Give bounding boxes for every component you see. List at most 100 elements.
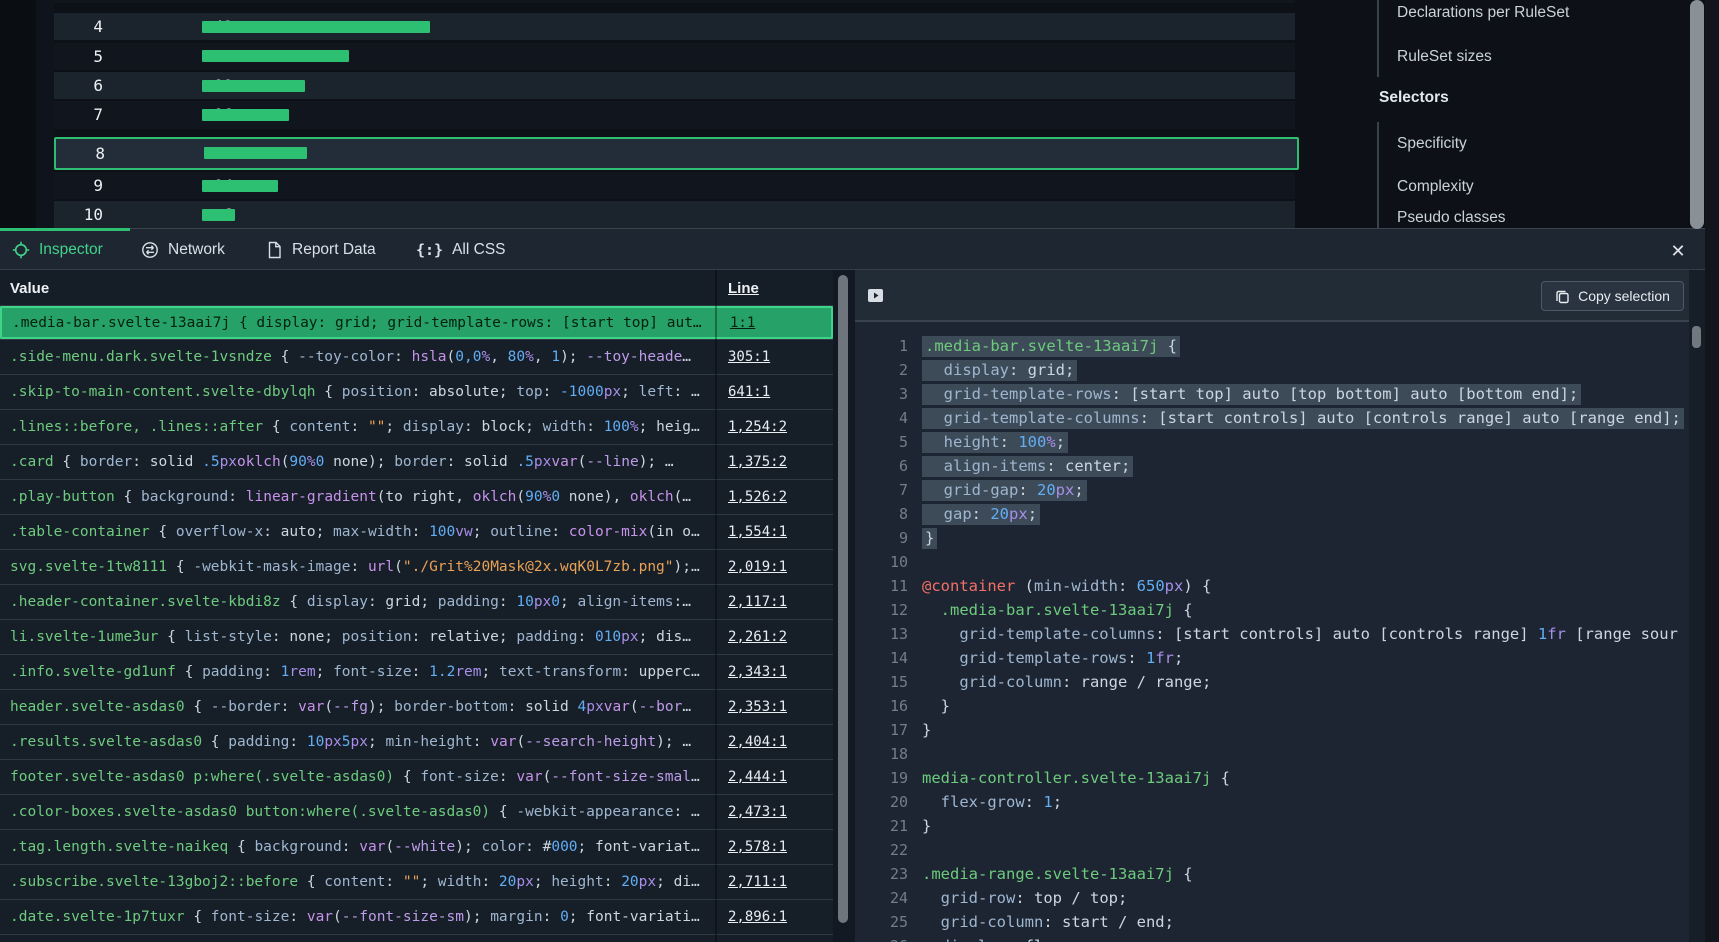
column-header-value[interactable]: Value [10,270,49,306]
table-row[interactable]: .side-menu.dark.svelte-1vsndze { --toy-c… [0,339,833,374]
code-line: 20 flex-grow: 1; [855,790,1689,814]
line-link[interactable]: 2,261:2 [728,620,787,654]
chart-bar [202,109,289,121]
table-row[interactable]: .media-bar.svelte-13aai7j { display: gri… [0,306,833,339]
expand-panel-icon[interactable] [867,287,884,304]
line-link[interactable]: 2,404:1 [728,725,787,759]
line-link[interactable]: 1,526:2 [728,480,787,514]
page-scrollbar-thumb[interactable] [1690,0,1704,229]
table-row[interactable]: .skip-to-main-content.svelte-dbylqh { po… [0,374,833,409]
rule-value: footer.svelte-asdas0 p:where(.svelte-asd… [10,760,710,794]
rule-value: .card { border: solid .5px oklch(90% 0 n… [10,445,710,479]
code-line: 18 [855,742,1689,766]
rule-value: .skip-to-main-content.svelte-dbylqh { po… [10,375,710,409]
line-link[interactable]: 2,444:1 [728,760,787,794]
line-number: 14 [855,649,908,667]
line-number: 24 [855,889,908,907]
chart-row-label: 8 [56,139,105,168]
code-line: 1.media-bar.svelte-13aai7j { [855,334,1689,358]
line-link[interactable]: 1:1 [730,308,755,337]
table-row[interactable]: li.svelte-1ume3ur { list-style: none; po… [0,619,833,654]
table-row[interactable]: .date.svelte-1p7tuxr { font-size: var(--… [0,899,833,934]
code-text: grid-template-columns: [start controls] … [922,625,1678,643]
rule-value: .subscribe.svelte-13gboj2::before { cont… [10,865,710,899]
table-row[interactable]: .results.svelte-asdas0 { padding: 10px 5… [0,724,833,759]
table-row[interactable]: .color-boxes.svelte-asdas0 button:where(… [0,794,833,829]
code-text: .media-bar.svelte-13aai7j { [922,337,1180,355]
chart-row[interactable]: 442 [54,13,1295,40]
tab-network[interactable]: Network [141,229,225,270]
chart-row-label: 9 [54,172,103,199]
table-row[interactable]: footer.svelte-asdas0 p:where(.svelte-asd… [0,759,833,794]
rule-value: .results.svelte-asdas0 { padding: 10px 5… [10,725,710,759]
chart-row[interactable]: 619 [54,72,1295,99]
line-link[interactable]: 305:1 [728,340,770,374]
copy-selection-label: Copy selection [1578,288,1670,304]
column-header-line[interactable]: Line [728,270,759,306]
line-number: 25 [855,913,908,931]
table-row[interactable]: .card { border: solid .5px oklch(90% 0 n… [0,444,833,479]
sidebar-item-specificity[interactable]: Specificity [1397,135,1467,153]
table-row[interactable]: .header-container.svelte-kbdi8z { displa… [0,584,833,619]
table-row[interactable]: .lines::before, .lines::after { content:… [0,409,833,444]
table-scrollbar-thumb[interactable] [838,275,848,923]
chart-row-label: 6 [54,72,103,99]
code-text: grid-column: range / range; [922,673,1211,691]
line-number: 23 [855,865,908,883]
table-row[interactable]: svg.svelte-1tw8111 { -webkit-mask-image:… [0,549,833,584]
sidebar-item-ruleset-sizes[interactable]: RuleSet sizes [1397,48,1492,66]
sidebar-item-complexity[interactable]: Complexity [1397,178,1474,196]
line-number: 4 [855,409,908,427]
table-row[interactable]: .table-container { overflow-x: auto; max… [0,514,833,549]
sidebar-item-pseudo-classes[interactable]: Pseudo classes [1397,209,1506,227]
chart-bar [202,21,430,33]
tab-all-css[interactable]: {:}All CSS [416,229,506,270]
table-row[interactable]: .subscribe.svelte-13gboj2::before { cont… [0,864,833,899]
line-link[interactable]: 2,473:1 [728,795,787,829]
chart-bar [202,50,349,62]
line-number: 5 [855,433,908,451]
line-link[interactable]: 2,117:1 [728,585,787,619]
tab-label: Inspector [39,241,103,259]
line-number: 2 [855,361,908,379]
chart-row[interactable]: 819 [54,137,1299,170]
line-link[interactable]: 2,578:1 [728,830,787,864]
chart-row[interactable]: 527 [54,43,1295,70]
chart-row[interactable]: 716 [54,101,1295,128]
rule-value: header.svelte-asdas0 { --border: var(--f… [10,690,710,724]
rule-value: .play-button { background: linear-gradie… [10,480,710,514]
code-line: 21} [855,814,1689,838]
line-link[interactable]: 2,353:1 [728,690,787,724]
close-panel-button[interactable]: ✕ [1666,240,1690,262]
line-link[interactable]: 1,375:2 [728,445,787,479]
table-row[interactable]: .info.svelte-gd1unf { padding: 1rem; fon… [0,654,833,689]
line-number: 6 [855,457,908,475]
table-row-partial[interactable] [0,934,833,942]
code-scrollbar-thumb[interactable] [1692,326,1701,348]
line-link[interactable]: 641:1 [728,375,770,409]
line-link[interactable]: 2,019:1 [728,550,787,584]
code-line: 10 [855,550,1689,574]
line-number: 26 [855,937,908,942]
line-link[interactable]: 1,254:2 [728,410,787,444]
code-text: grid-row: top / top; [922,889,1127,907]
chart-row[interactable]: 914 [54,172,1295,199]
code-toolbar: Copy selection [855,270,1689,322]
line-link[interactable]: 1,554:1 [728,515,787,549]
line-link[interactable]: 2,343:1 [728,655,787,689]
copy-selection-button[interactable]: Copy selection [1541,281,1684,311]
line-number: 21 [855,817,908,835]
code-text: grid-column: start / end; [922,913,1174,931]
css-source-viewer: 1.media-bar.svelte-13aai7j {2 display: g… [855,322,1689,942]
sidebar-item-declarations-per-ruleset[interactable]: Declarations per RuleSet [1397,4,1569,22]
code-line: 23.media-range.svelte-13aai7j { [855,862,1689,886]
line-link[interactable]: 2,711:1 [728,865,787,899]
line-link[interactable]: 2,896:1 [728,900,787,934]
tab-inspector[interactable]: Inspector [12,229,103,270]
table-row[interactable]: .play-button { background: linear-gradie… [0,479,833,514]
table-row[interactable]: header.svelte-asdas0 { --border: var(--f… [0,689,833,724]
chart-row[interactable]: 106 [54,201,1295,228]
table-row[interactable]: .tag.length.svelte-naikeq { background: … [0,829,833,864]
code-line: 22 [855,838,1689,862]
tab-report-data[interactable]: Report Data [266,229,376,270]
